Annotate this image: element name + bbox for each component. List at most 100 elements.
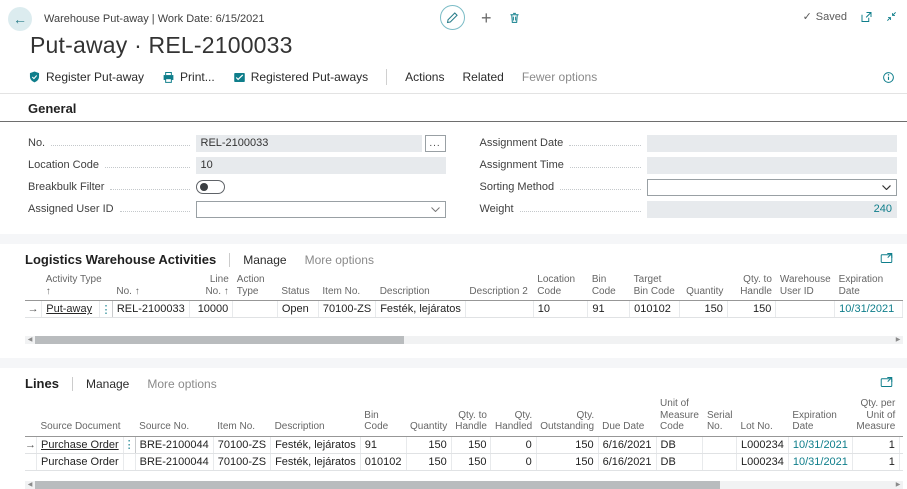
- cell-item-no[interactable]: 70100-ZS: [213, 453, 270, 470]
- cell-source-document[interactable]: Purchase Order: [37, 453, 124, 470]
- cell-action-type[interactable]: [233, 301, 278, 318]
- col-no[interactable]: No. ↑: [112, 272, 189, 301]
- col-uom-code[interactable]: Unit of Measure Code: [656, 396, 703, 436]
- cell-bin-code[interactable]: 91: [588, 301, 630, 318]
- cell-qty-per-uom[interactable]: 1: [852, 453, 899, 470]
- cell-description[interactable]: Festék, lejáratos: [376, 301, 466, 318]
- col-quantity[interactable]: Quantity: [406, 396, 451, 436]
- row-menu-button[interactable]: ⋮: [123, 436, 135, 453]
- cell-cross-dock[interactable]: [899, 453, 903, 470]
- col-item-no[interactable]: Item No.: [318, 272, 375, 301]
- col-action-type[interactable]: Action Type: [233, 272, 278, 301]
- fewer-options-button[interactable]: Fewer options: [522, 70, 597, 84]
- col-warehouse-user-id[interactable]: Warehouse User ID: [776, 272, 835, 301]
- col-due-date[interactable]: Due Date: [598, 396, 656, 436]
- col-activity-type[interactable]: Activity Type ↑: [42, 272, 113, 301]
- cell-qty-outstanding[interactable]: 150: [536, 453, 598, 470]
- assigned-user-id-field[interactable]: [196, 201, 446, 218]
- cell-qty-outstanding[interactable]: 150: [536, 436, 598, 453]
- activities-horizontal-scrollbar[interactable]: ◀ ▶: [25, 336, 903, 344]
- sorting-method-select[interactable]: [647, 179, 897, 196]
- cell-lot-no[interactable]: L000234: [737, 453, 789, 470]
- cell-qty-handled[interactable]: 0: [491, 453, 536, 470]
- cell-uom-code[interactable]: DB: [656, 453, 703, 470]
- col-quantity[interactable]: Quantity: [679, 272, 727, 301]
- cell-serial-no[interactable]: [703, 453, 737, 470]
- collapse-header-button[interactable]: [886, 11, 897, 22]
- register-put-away-button[interactable]: Register Put-away: [28, 70, 144, 84]
- cell-source-no[interactable]: BRE-2100044: [135, 436, 213, 453]
- col-qty-per-uom[interactable]: Qty. per Unit of Measure: [852, 396, 899, 436]
- edit-button[interactable]: [440, 5, 465, 30]
- cell-activity-type[interactable]: Put-away: [42, 301, 100, 318]
- cell-expiration-date[interactable]: 10/31/2021: [788, 453, 852, 470]
- row-menu-button[interactable]: ⋮: [100, 301, 113, 318]
- cell-due-date[interactable]: 6/16/2021: [598, 453, 656, 470]
- cell-line-no[interactable]: 10000: [189, 301, 233, 318]
- col-description[interactable]: Description: [376, 272, 466, 301]
- activities-focus-mode-button[interactable]: [880, 252, 893, 264]
- cell-description[interactable]: Festék, lejáratos: [271, 436, 361, 453]
- cell-item-no[interactable]: 70100-ZS: [213, 436, 270, 453]
- scroll-left-icon[interactable]: ◀: [25, 336, 35, 344]
- cell-qty-to-handle[interactable]: 150: [451, 436, 491, 453]
- col-qty-outstanding[interactable]: Qty. Outstanding: [536, 396, 598, 436]
- cell-bin-code[interactable]: 010102: [360, 453, 406, 470]
- cell-item-no[interactable]: 70100-ZS: [318, 301, 375, 318]
- cell-warehouse-user-id[interactable]: [776, 301, 835, 318]
- col-status[interactable]: Status: [277, 272, 318, 301]
- lines-focus-mode-button[interactable]: [880, 376, 893, 388]
- open-in-new-window-button[interactable]: [860, 11, 873, 23]
- col-serial-no[interactable]: Serial No.: [703, 396, 737, 436]
- col-target-bin-code[interactable]: Target Bin Code: [630, 272, 680, 301]
- cell-expiration-date[interactable]: 10/31/2021: [835, 301, 903, 318]
- col-source-document[interactable]: Source Document: [37, 396, 136, 436]
- col-description[interactable]: Description: [271, 396, 361, 436]
- scroll-right-icon[interactable]: ▶: [893, 481, 903, 489]
- cell-lot-no[interactable]: L000234: [737, 436, 789, 453]
- activities-more-options-button[interactable]: More options: [305, 253, 374, 267]
- print-button[interactable]: Print...: [162, 70, 215, 84]
- new-button[interactable]: +: [481, 9, 492, 27]
- cell-description[interactable]: Festék, lejáratos: [271, 453, 361, 470]
- related-menu[interactable]: Related: [462, 70, 503, 84]
- registered-put-aways-button[interactable]: Registered Put-aways: [233, 70, 368, 84]
- cell-source-document[interactable]: Purchase Order: [37, 436, 124, 453]
- cell-target-bin-code[interactable]: 010102: [630, 301, 680, 318]
- cell-quantity[interactable]: 150: [406, 436, 451, 453]
- col-expiration-date[interactable]: Expiration Date: [788, 396, 852, 436]
- breakbulk-filter-toggle[interactable]: [196, 180, 225, 194]
- lines-more-options-button[interactable]: More options: [147, 377, 216, 391]
- cell-source-no[interactable]: BRE-2100044: [135, 453, 213, 470]
- col-qty-to-handle[interactable]: Qty. to Handle: [451, 396, 491, 436]
- cell-location-code[interactable]: 10: [533, 301, 588, 318]
- cell-quantity[interactable]: 150: [406, 453, 451, 470]
- scroll-left-icon[interactable]: ◀: [25, 481, 35, 489]
- scrollbar-thumb[interactable]: [35, 481, 720, 489]
- cell-cross-dock[interactable]: [899, 436, 903, 453]
- cell-serial-no[interactable]: [703, 436, 737, 453]
- cell-quantity[interactable]: 150: [679, 301, 727, 318]
- col-cross-dock[interactable]: Cross-Dock Information: [899, 396, 903, 436]
- general-section-title[interactable]: General: [28, 101, 76, 116]
- col-description-2[interactable]: Description 2: [465, 272, 533, 301]
- col-lot-no[interactable]: Lot No.: [737, 396, 789, 436]
- scroll-right-icon[interactable]: ▶: [893, 336, 903, 344]
- cell-bin-code[interactable]: 91: [360, 436, 406, 453]
- cell-expiration-date[interactable]: 10/31/2021: [788, 436, 852, 453]
- page-info-button[interactable]: [882, 71, 895, 84]
- cell-qty-handled[interactable]: 0: [491, 436, 536, 453]
- cell-qty-to-handle[interactable]: 150: [727, 301, 776, 318]
- cell-uom-code[interactable]: DB: [656, 436, 703, 453]
- col-source-no[interactable]: Source No.: [135, 396, 213, 436]
- activities-manage-button[interactable]: Manage: [243, 253, 286, 267]
- col-expiration-date[interactable]: Expiration Date: [835, 272, 903, 301]
- scrollbar-thumb[interactable]: [35, 336, 404, 344]
- cell-no[interactable]: REL-2100033: [112, 301, 189, 318]
- col-bin-code[interactable]: Bin Code: [360, 396, 406, 436]
- cell-due-date[interactable]: 6/16/2021: [598, 436, 656, 453]
- actions-menu[interactable]: Actions: [405, 70, 444, 84]
- col-line-no[interactable]: Line No. ↑: [189, 272, 233, 301]
- col-bin-code[interactable]: Bin Code: [588, 272, 630, 301]
- back-button[interactable]: ←: [8, 7, 32, 31]
